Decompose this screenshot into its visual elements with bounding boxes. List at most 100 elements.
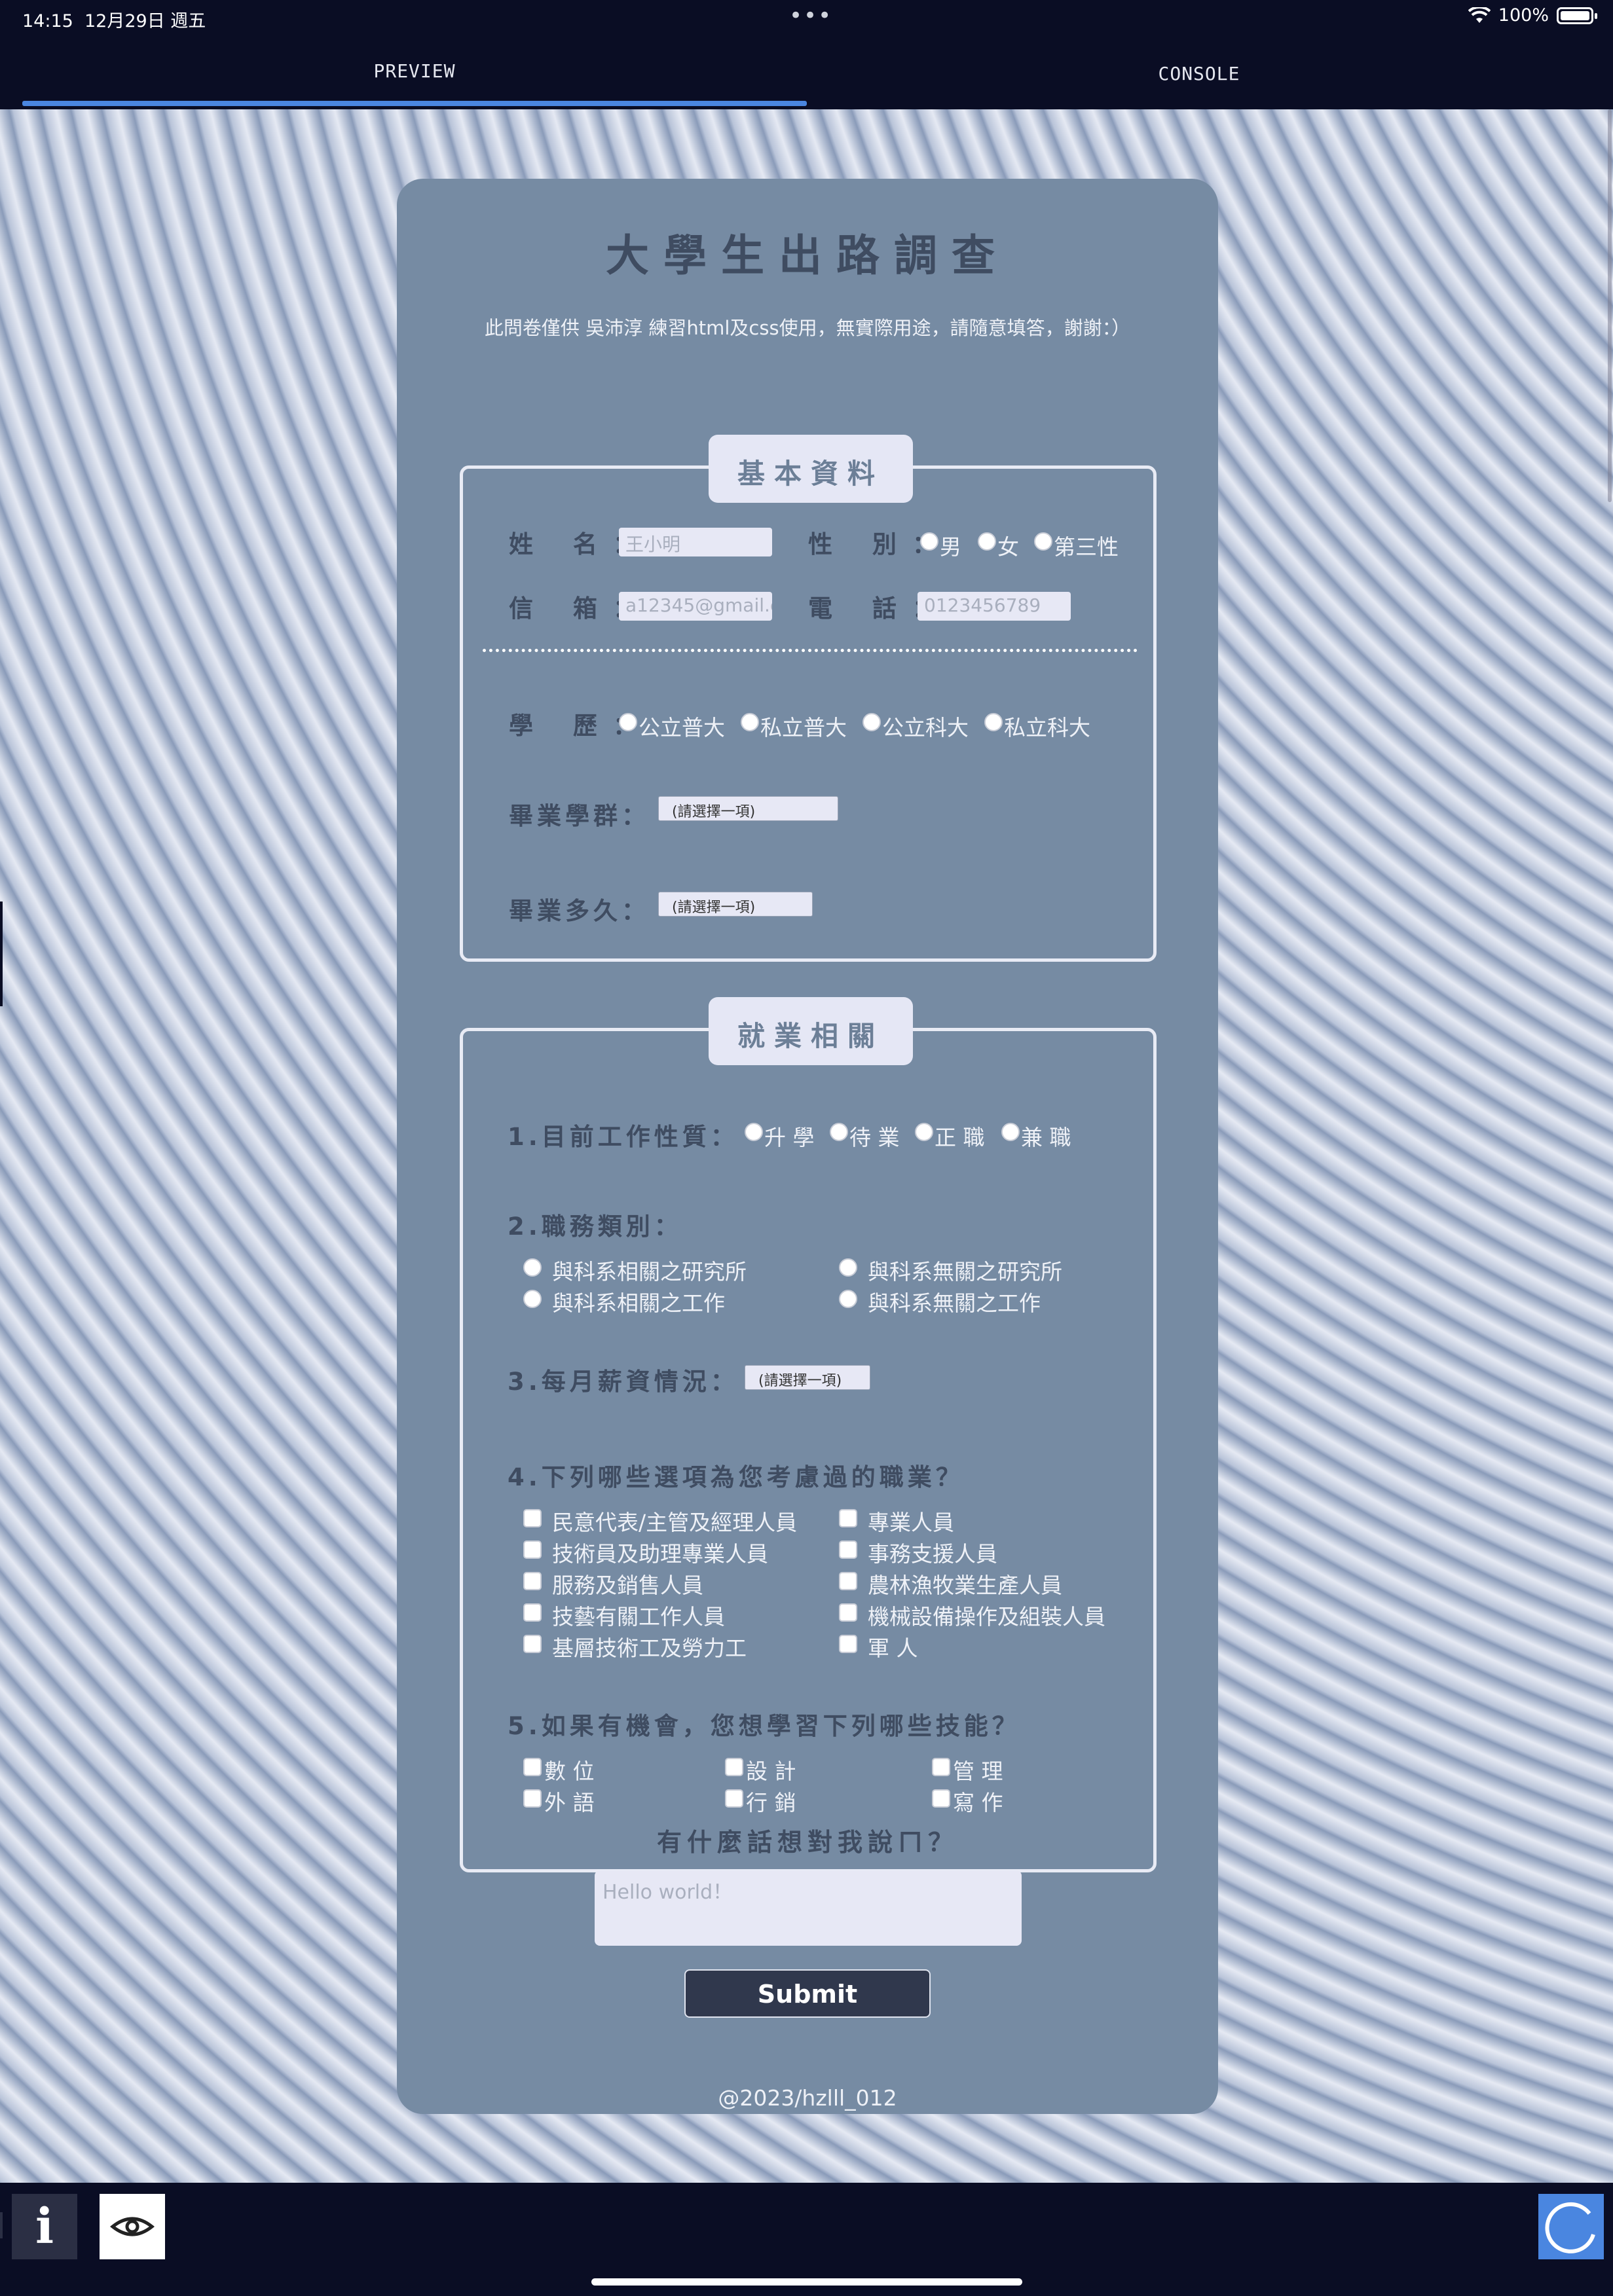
- q2-radio[interactable]: [839, 1258, 857, 1277]
- q5-checkbox[interactable]: [523, 1789, 542, 1808]
- q2-label: 2.職務類別：: [508, 1212, 682, 1241]
- q1-label: 1.目前工作性質：: [508, 1123, 739, 1151]
- q1-option: 兼 職: [1021, 1125, 1071, 1150]
- q2-option: 與科系無關之工作: [868, 1290, 1041, 1316]
- tab-bar: PREVIEW CONSOLE: [0, 34, 1613, 109]
- q4-option: 專業人員: [868, 1510, 954, 1535]
- q5-checkbox[interactable]: [725, 1789, 743, 1808]
- q2-option: 與科系無關之研究所: [868, 1259, 1062, 1285]
- q1-radio[interactable]: [745, 1123, 763, 1141]
- refresh-icon-graphic: [1545, 2202, 1595, 2253]
- q4-checkbox[interactable]: [523, 1540, 542, 1559]
- refresh-icon[interactable]: [1538, 2194, 1604, 2259]
- education-option: 私立科大: [1004, 715, 1090, 740]
- q1-option: 升 學: [764, 1125, 815, 1150]
- preview-pane: 大學生出路調查 此問卷僅供 吳沛淳 練習html及css使用，無實際用途，請隨意…: [0, 109, 1613, 2183]
- q4-checkbox[interactable]: [839, 1572, 857, 1590]
- q1-radio[interactable]: [915, 1123, 933, 1141]
- name-input[interactable]: 王小明: [619, 528, 772, 556]
- section-divider: [483, 649, 1138, 652]
- gender-male-radio[interactable]: [920, 532, 938, 551]
- q4-checkbox[interactable]: [839, 1603, 857, 1622]
- group-select[interactable]: (請選擇一項): [658, 796, 838, 821]
- q4-label: 4.下列哪些選項為您考慮過的職業？: [508, 1463, 964, 1491]
- q4-checkbox[interactable]: [839, 1635, 857, 1653]
- education-radio[interactable]: [741, 713, 759, 731]
- footer-credit: @2023/hzlll_012: [718, 2085, 897, 2111]
- email-input[interactable]: a12345@gmail.c: [619, 592, 772, 621]
- education-option: 私立普大: [760, 715, 847, 740]
- q4-option: 民意代表/主管及經理人員: [552, 1510, 798, 1535]
- q5-checkbox[interactable]: [932, 1758, 950, 1776]
- q5-checkbox[interactable]: [725, 1758, 743, 1776]
- gender-option: 第三性: [1054, 534, 1119, 560]
- duration-label: 畢業多久：: [509, 897, 650, 925]
- q5-option: 寫 作: [953, 1790, 1003, 1815]
- gender-third-radio[interactable]: [1034, 532, 1052, 551]
- multitask-dots[interactable]: •••: [789, 3, 832, 29]
- survey-title: 大學生出路調查: [606, 230, 1009, 281]
- q4-option: 農林漁牧業生產人員: [868, 1573, 1062, 1598]
- time-text: 14:15: [22, 11, 73, 31]
- submit-button[interactable]: Submit: [684, 1969, 931, 2018]
- q3-select[interactable]: (請選擇一項): [745, 1365, 870, 1390]
- q4-checkbox[interactable]: [523, 1572, 542, 1590]
- q5-label: 5.如果有機會，您想學習下列哪些技能？: [508, 1712, 1020, 1740]
- eye-icon-graphic: [109, 2217, 155, 2236]
- q5-option: 數 位: [544, 1758, 595, 1784]
- q2-option: 與科系相關之工作: [552, 1290, 725, 1316]
- q5-option: 設 計: [746, 1758, 796, 1784]
- q2-option: 與科系相關之研究所: [552, 1259, 747, 1285]
- bottom-toolbar: i: [0, 2183, 1613, 2296]
- tab-preview[interactable]: PREVIEW: [22, 34, 807, 109]
- education-option: 公立科大: [882, 715, 969, 740]
- gender-female-radio[interactable]: [978, 532, 996, 551]
- group-label: 畢業學群：: [509, 802, 650, 830]
- q1-radio[interactable]: [1001, 1123, 1020, 1141]
- job-fieldset: 就業相關 1.目前工作性質： 升 學 待 業 正 職 兼 職 2.職務類別： 與…: [460, 997, 1157, 1872]
- q5-option: 管 理: [953, 1758, 1003, 1784]
- q1-radio[interactable]: [830, 1123, 848, 1141]
- home-indicator[interactable]: [591, 2278, 1022, 2286]
- q2-radio[interactable]: [523, 1290, 542, 1308]
- active-tab-indicator: [22, 101, 807, 106]
- battery-percent: 100%: [1498, 5, 1549, 26]
- education-radio[interactable]: [984, 713, 1003, 731]
- preview-scrollbar[interactable]: [1608, 109, 1612, 502]
- battery-icon: [1557, 7, 1597, 24]
- info-icon[interactable]: i: [12, 2194, 77, 2259]
- eye-icon[interactable]: [100, 2194, 165, 2259]
- q4-option: 基層技術工及勞力工: [552, 1635, 747, 1661]
- q2-radio[interactable]: [523, 1258, 542, 1277]
- q4-checkbox[interactable]: [839, 1540, 857, 1559]
- duration-select[interactable]: (請選擇一項): [658, 892, 813, 917]
- status-bar: 14:15 12月29日 週五 ••• 100%: [0, 0, 1613, 34]
- q4-option: 機械設備操作及組裝人員: [868, 1604, 1105, 1630]
- education-radio[interactable]: [862, 713, 881, 731]
- q2-radio[interactable]: [839, 1290, 857, 1308]
- left-edge-nub: [0, 2212, 3, 2238]
- education-radio[interactable]: [619, 713, 637, 731]
- q4-option: 服務及銷售人員: [552, 1573, 703, 1598]
- q5-option: 行 銷: [746, 1790, 796, 1815]
- q4-checkbox[interactable]: [523, 1635, 542, 1653]
- q4-checkbox[interactable]: [523, 1509, 542, 1527]
- phone-input[interactable]: 0123456789: [918, 592, 1071, 621]
- message-textarea[interactable]: Hello world！: [595, 1870, 1022, 1946]
- wifi-icon: [1468, 7, 1491, 23]
- gender-option: 女: [997, 534, 1019, 560]
- q3-label: 3.每月薪資情況：: [508, 1368, 739, 1396]
- q5-checkbox[interactable]: [932, 1789, 950, 1808]
- q5-checkbox[interactable]: [523, 1758, 542, 1776]
- q5-option: 外 語: [544, 1790, 595, 1815]
- basic-info-legend: 基本資料: [709, 435, 913, 503]
- q4-checkbox[interactable]: [839, 1509, 857, 1527]
- tab-console[interactable]: CONSOLE: [807, 34, 1591, 109]
- q4-option: 技術員及助理專業人員: [552, 1541, 768, 1567]
- survey-card: 大學生出路調查 此問卷僅供 吳沛淳 練習html及css使用，無實際用途，請隨意…: [397, 179, 1218, 2114]
- message-label: 有什麼話想對我說ㄇ？: [656, 1828, 958, 1857]
- q1-option: 正 職: [935, 1125, 985, 1150]
- q4-checkbox[interactable]: [523, 1603, 542, 1622]
- survey-subtitle: 此問卷僅供 吳沛淳 練習html及css使用，無實際用途，請隨意填答，謝謝：）: [484, 317, 1131, 339]
- q1-option: 待 業: [849, 1125, 900, 1150]
